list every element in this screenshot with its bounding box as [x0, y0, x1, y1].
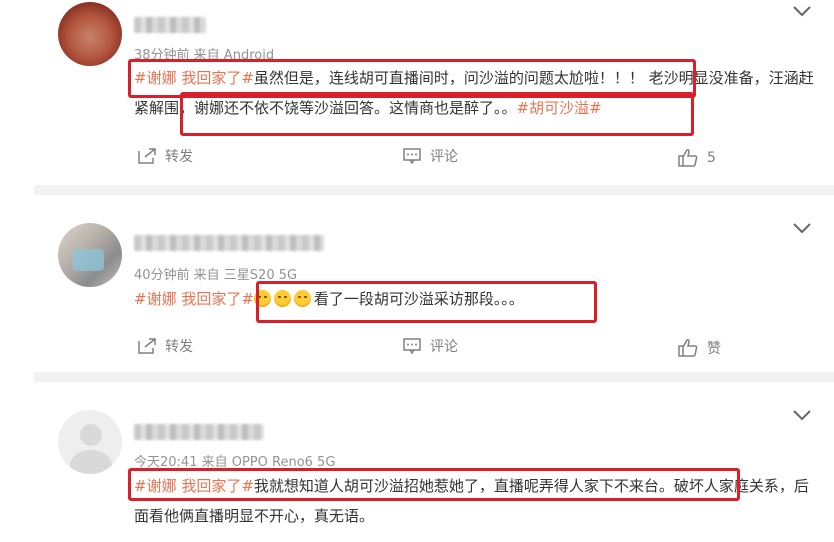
highlight-box: [256, 281, 597, 323]
like-button[interactable]: 5: [677, 148, 716, 168]
username[interactable]: [134, 235, 324, 251]
divider: [34, 185, 834, 195]
like-label: 赞: [707, 341, 721, 357]
comment-icon: [403, 338, 421, 355]
repost-icon: [138, 148, 156, 164]
comment-card: 今天20:41 来自 OPPO Reno6 5G #谢娜 我回家了#我就想知道人…: [0, 382, 834, 542]
comment-label: 评论: [430, 339, 458, 355]
avatar[interactable]: [58, 2, 122, 66]
comment-card: 38分钟前 来自 Android #谢娜 我回家了#虽然但是，连线胡可直播间时，…: [0, 0, 834, 185]
highlight-box: [180, 92, 694, 136]
like-count: 5: [707, 150, 716, 166]
username[interactable]: [134, 424, 264, 440]
repost-icon: [138, 338, 156, 354]
username[interactable]: [134, 17, 206, 33]
repost-button[interactable]: 转发: [137, 336, 193, 356]
topic-link[interactable]: #谢娜 我回家了#: [134, 290, 254, 308]
repost-label: 转发: [165, 149, 193, 165]
divider: [34, 372, 834, 382]
repost-label: 转发: [165, 339, 193, 355]
comment-icon: [403, 148, 421, 165]
comment-card: 40分钟前 来自 三星S20 5G #谢娜 我回家了# 看了一段胡可沙溢采访那段。…: [0, 195, 834, 372]
avatar[interactable]: [58, 410, 122, 474]
chevron-down-icon[interactable]: [791, 408, 813, 422]
avatar[interactable]: [58, 223, 122, 287]
comment-button[interactable]: 评论: [402, 336, 458, 356]
chevron-down-icon[interactable]: [791, 221, 813, 235]
chevron-down-icon[interactable]: [791, 4, 813, 18]
thumbs-up-icon: [678, 339, 698, 357]
highlight-box: [128, 468, 740, 501]
comment-button[interactable]: 评论: [402, 146, 458, 166]
comment-label: 评论: [430, 149, 458, 165]
like-button[interactable]: 赞: [677, 338, 721, 358]
thumbs-up-icon: [678, 149, 698, 167]
repost-button[interactable]: 转发: [137, 146, 193, 166]
